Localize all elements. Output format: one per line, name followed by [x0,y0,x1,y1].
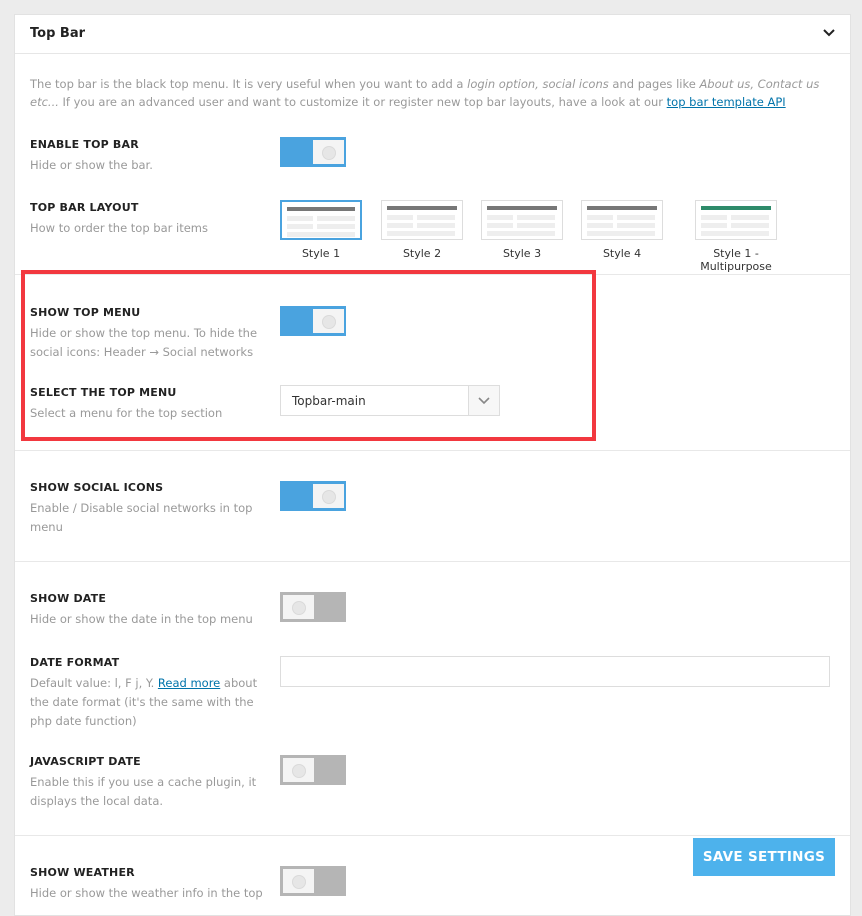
style-preview-row [417,223,455,228]
layout-style-1-option[interactable] [280,200,362,240]
style-preview-row [517,215,555,220]
date-format-desc: php date function) [30,714,137,728]
javascript-date-label: JAVASCRIPT DATE [30,755,141,768]
layout-style-label: Style 1 - Multipurpose [700,247,772,273]
save-settings-button[interactable]: SAVE SETTINGS [693,838,835,876]
toggle-knob [283,869,314,893]
section-divider [15,835,850,836]
settings-panel: Top Bar The top bar is the black top men… [14,14,851,916]
show-social-icons-toggle[interactable] [280,481,346,511]
layout-style-4-option[interactable] [581,200,663,240]
show-date-label: SHOW DATE [30,592,107,605]
style-preview-row [317,224,355,229]
show-weather-label: SHOW WEATHER [30,866,135,879]
style-preview-row [287,224,313,229]
style-preview-row [731,215,769,220]
show-weather-toggle[interactable] [280,866,346,896]
section-title: Top Bar [30,26,85,41]
style-preview-row [317,216,355,221]
date-format-desc: Default value: l, F j, Y. Read more abou… [30,674,257,693]
description-emphasis: login option, social icons [467,77,609,91]
enable-top-bar-desc: Hide or show the bar. [30,158,153,172]
chevron-down-icon[interactable] [823,29,835,37]
toggle-knob [313,484,344,508]
style-preview-row [387,215,413,220]
top-bar-template-api-link[interactable]: top bar template API [667,95,786,109]
style-preview-bar [487,206,557,210]
toggle-knob [283,595,314,619]
date-format-desc-text: about [220,676,258,690]
toggle-knob [313,140,344,164]
date-format-desc-text: Default value: l, F j, Y. [30,676,158,690]
style-preview-row [587,231,655,236]
toggle-knob [283,758,314,782]
style-preview-row [617,215,655,220]
style-preview-row [487,215,513,220]
show-social-icons-desc: menu [30,520,63,534]
layout-style-3-option[interactable] [481,200,563,240]
highlight-box [21,270,596,441]
javascript-date-desc: Enable this if you use a cache plugin, i… [30,775,257,789]
javascript-date-toggle[interactable] [280,755,346,785]
style-preview-row [701,215,727,220]
style-preview-row [701,231,769,236]
date-format-label: DATE FORMAT [30,656,120,669]
style-preview-row [487,223,513,228]
show-date-desc: Hide or show the date in the top menu [30,612,253,626]
section-divider [15,561,850,562]
style-preview-bar [387,206,457,210]
style-preview-row [287,232,355,237]
section-description: The top bar is the black top menu. It is… [30,75,830,111]
style-preview-row [287,216,313,221]
style-preview-bar [701,206,771,210]
style-preview-row [617,223,655,228]
enable-top-bar-toggle[interactable] [280,137,346,167]
style-preview-row [701,223,727,228]
style-preview-row [487,231,555,236]
show-date-toggle[interactable] [280,592,346,622]
style-preview-row [517,223,555,228]
description-text: If you are an advanced user and want to … [58,95,667,109]
style-preview-row [731,223,769,228]
style-preview-bar [287,207,355,211]
top-bar-layout-label: TOP BAR LAYOUT [30,201,139,214]
date-format-input[interactable] [280,656,830,687]
style-preview-bar [587,206,657,210]
layout-style-label: Style 4 [602,247,642,260]
top-bar-layout-desc: How to order the top bar items [30,221,208,235]
style-preview-row [387,223,413,228]
javascript-date-desc: displays the local data. [30,794,164,808]
show-social-icons-desc: Enable / Disable social networks in top [30,501,253,515]
style-preview-row [587,215,613,220]
style-preview-row [387,231,455,236]
layout-style-2-option[interactable] [381,200,463,240]
style-preview-row [417,215,455,220]
enable-top-bar-label: ENABLE TOP BAR [30,138,139,151]
description-text: The top bar is the black top menu. It is… [30,77,468,91]
show-weather-desc: Hide or show the weather info in the top [30,886,263,900]
layout-style-1-multipurpose-option[interactable] [695,200,777,240]
style-preview-row [587,223,613,228]
show-social-icons-label: SHOW SOCIAL ICONS [30,481,164,494]
date-format-desc: the date format (it's the same with the [30,695,254,709]
section-header[interactable]: Top Bar [15,15,850,54]
section-divider [15,450,850,451]
read-more-link[interactable]: Read more [158,676,220,690]
description-text: and pages like [608,77,700,91]
